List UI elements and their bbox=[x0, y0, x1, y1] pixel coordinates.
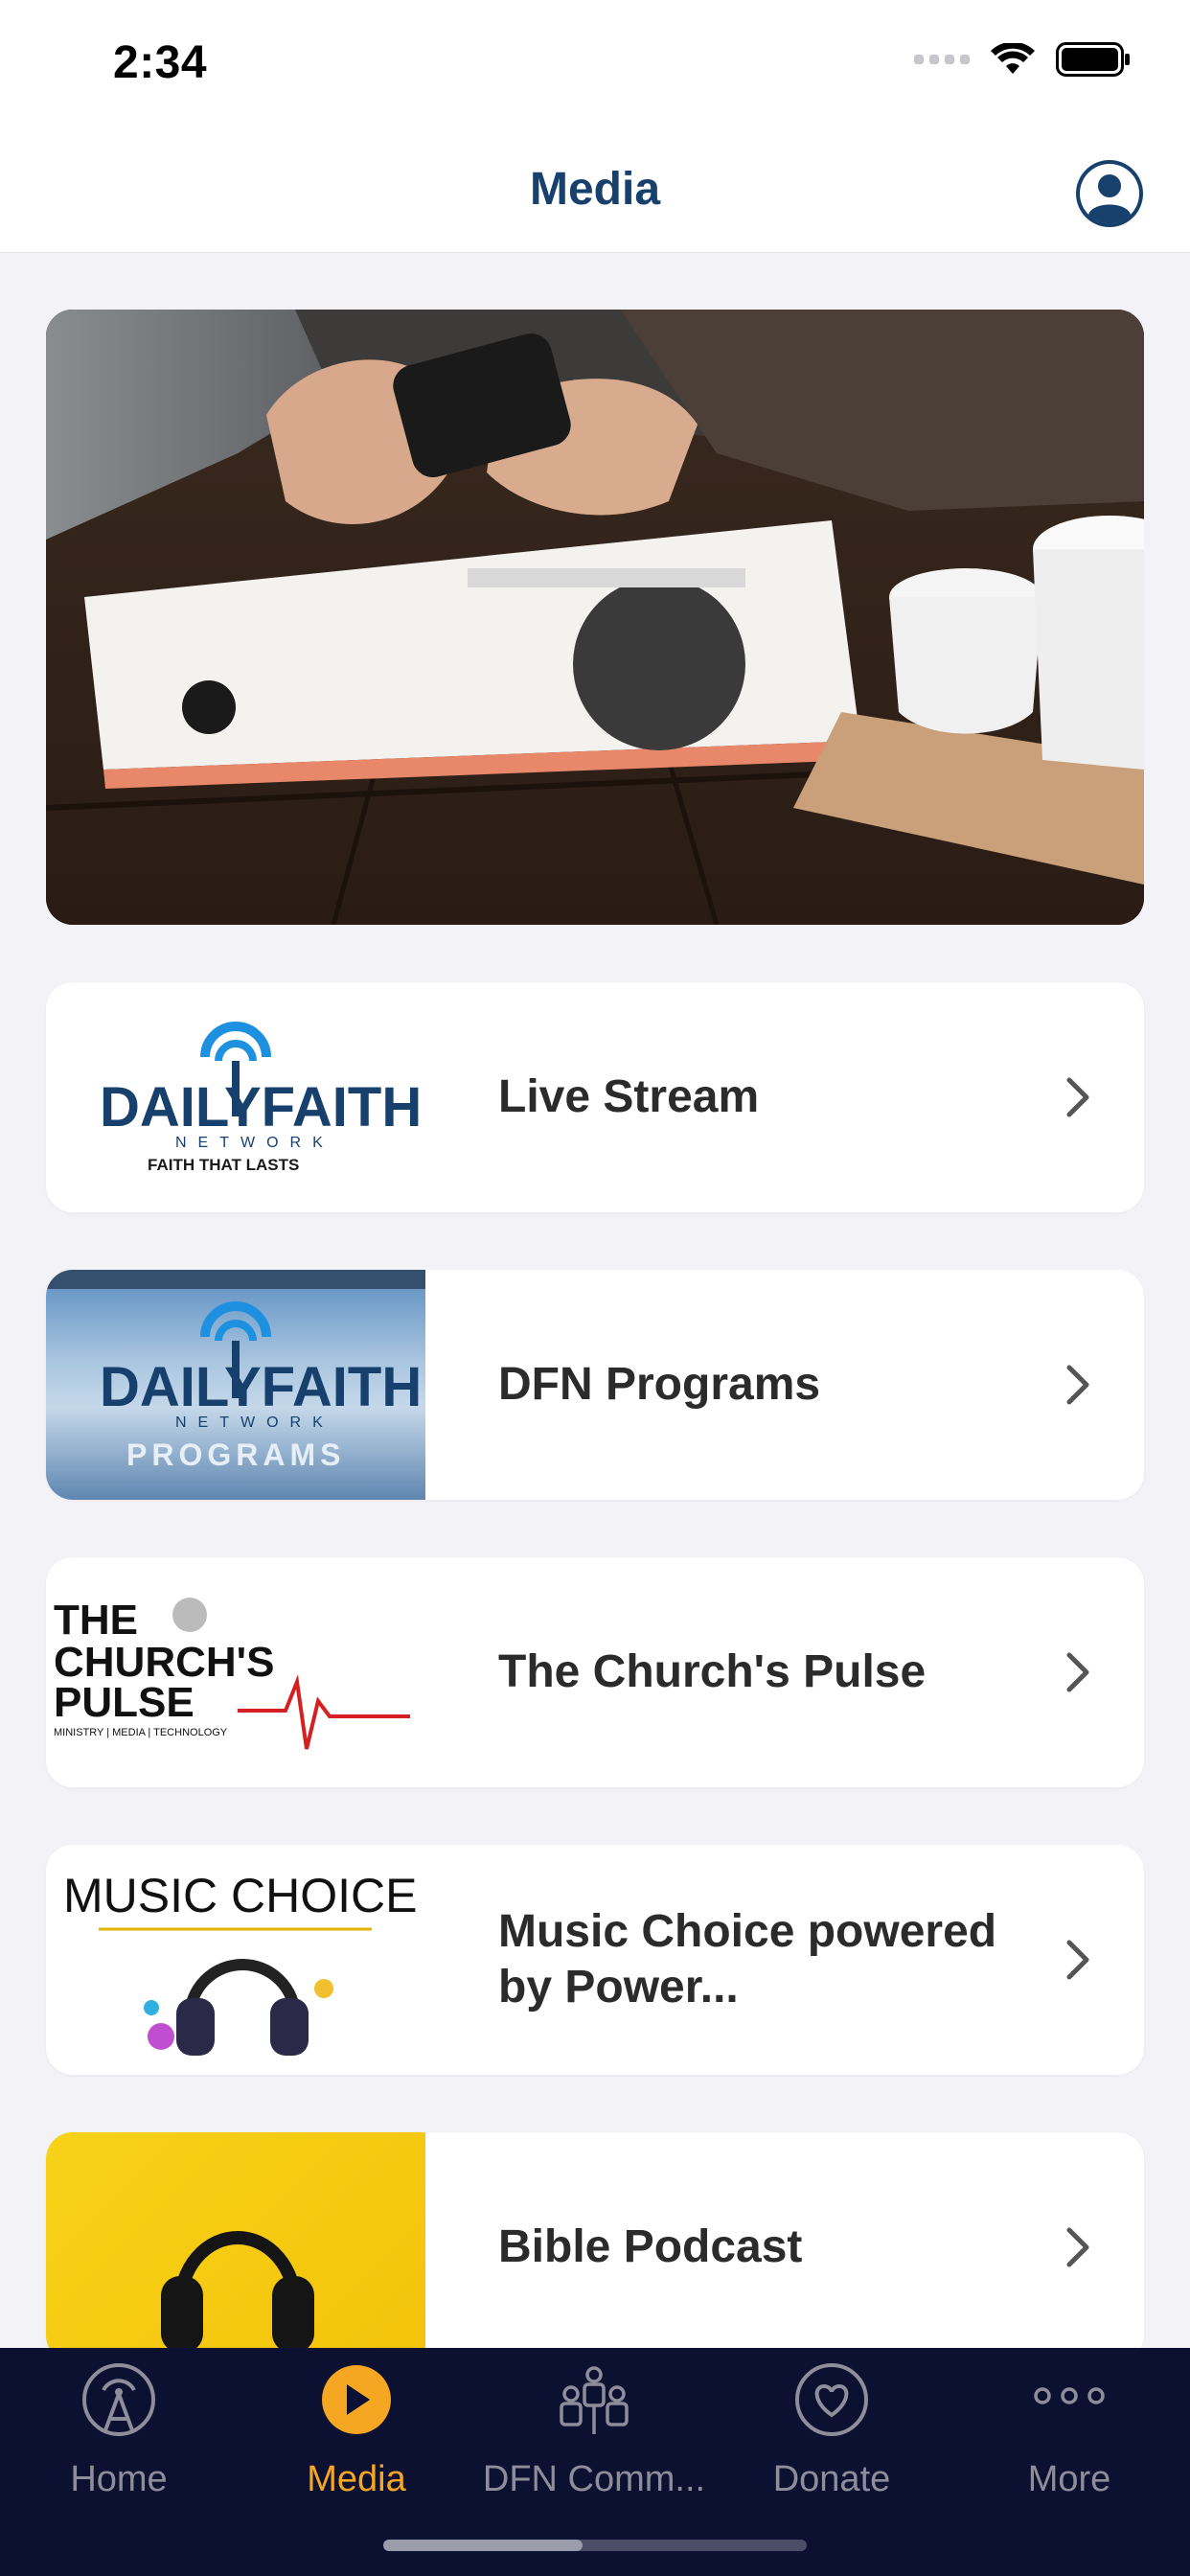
svg-text:THE: THE bbox=[54, 1597, 138, 1644]
svg-text:FAITH THAT LASTS: FAITH THAT LASTS bbox=[148, 1156, 299, 1174]
chevron-right-icon bbox=[1066, 1940, 1089, 1980]
hero-banner-image[interactable] bbox=[46, 310, 1144, 925]
list-item-title: Bible Podcast bbox=[498, 2221, 803, 2272]
churchs-pulse-thumbnail: THE CHURCH'S PULSE MINISTRY | MEDIA | TE… bbox=[46, 1557, 425, 1787]
profile-icon[interactable] bbox=[1075, 159, 1144, 228]
bible-podcast-thumbnail bbox=[46, 2132, 425, 2362]
brand-text: DAILYFAITH bbox=[100, 1076, 422, 1138]
tab-label: Media bbox=[307, 2459, 406, 2499]
svg-text:MINISTRY | MEDIA | TECHNOLOGY: MINISTRY | MEDIA | TECHNOLOGY bbox=[54, 1727, 228, 1738]
heart-circle-icon bbox=[795, 2363, 868, 2436]
svg-text:NETWORK: NETWORK bbox=[175, 1135, 334, 1151]
list-item-music-choice[interactable]: MUSIC CHOICE Music Choice powered by Pow… bbox=[46, 1845, 1144, 2075]
chevron-right-icon bbox=[1066, 1365, 1089, 1405]
live-stream-thumbnail: DAILYFAITH NETWORK FAITH THAT LASTS bbox=[46, 982, 425, 1212]
svg-text:NETWORK: NETWORK bbox=[175, 1414, 334, 1431]
list-item-bible-podcast[interactable]: Bible Podcast bbox=[46, 2132, 1144, 2362]
tab-label: Home bbox=[70, 2459, 168, 2499]
music-choice-thumbnail: MUSIC CHOICE bbox=[46, 1845, 425, 2075]
svg-text:MUSIC CHOICE: MUSIC CHOICE bbox=[63, 1869, 417, 1922]
tab-donate[interactable]: Donate bbox=[713, 2348, 950, 2511]
tab-more[interactable]: More bbox=[950, 2348, 1188, 2511]
status-icons bbox=[914, 42, 1131, 77]
list-item-churchs-pulse[interactable]: THE CHURCH'S PULSE MINISTRY | MEDIA | TE… bbox=[46, 1557, 1144, 1787]
svg-text:PULSE: PULSE bbox=[54, 1679, 195, 1726]
list-item-dfn-programs[interactable]: DAILYFAITH NETWORK PROGRAMS DFN Programs bbox=[46, 1270, 1144, 1500]
chevron-right-icon bbox=[1066, 2227, 1089, 2267]
wifi-icon bbox=[991, 43, 1035, 74]
chevron-right-icon bbox=[1066, 1077, 1089, 1117]
list-item-title: DFN Programs bbox=[498, 1359, 821, 1410]
svg-text:PROGRAMS: PROGRAMS bbox=[126, 1438, 345, 1472]
tab-media[interactable]: Media bbox=[238, 2348, 475, 2511]
play-circle-icon bbox=[322, 2365, 391, 2434]
hero-illustration bbox=[46, 310, 1144, 925]
tab-dfn-community[interactable]: DFN Comm... bbox=[475, 2348, 713, 2511]
list-item-title: Music Choice powered by Power... bbox=[498, 1906, 997, 2012]
tab-label: DFN Comm... bbox=[482, 2459, 706, 2499]
page-title: Media bbox=[529, 164, 661, 215]
svg-text:DAILYFAITH: DAILYFAITH bbox=[100, 1356, 422, 1418]
broadcast-tower-icon bbox=[82, 2363, 155, 2436]
status-bar: 2:34 bbox=[0, 0, 1190, 134]
chevron-right-icon bbox=[1066, 1652, 1089, 1692]
dfn-programs-thumbnail: DAILYFAITH NETWORK PROGRAMS bbox=[46, 1270, 425, 1500]
status-time: 2:34 bbox=[113, 37, 208, 88]
tab-label: More bbox=[1027, 2459, 1111, 2499]
list-item-title: Live Stream bbox=[498, 1071, 760, 1122]
more-dots-icon bbox=[1034, 2387, 1105, 2404]
cellular-signal-icon bbox=[914, 55, 970, 64]
battery-icon bbox=[1056, 42, 1130, 77]
home-indicator-highlight bbox=[383, 2540, 583, 2551]
list-item-live-stream[interactable]: DAILYFAITH NETWORK FAITH THAT LASTS Live… bbox=[46, 982, 1144, 1212]
tab-label: Donate bbox=[772, 2459, 891, 2499]
navigation-bar: Media bbox=[0, 134, 1190, 253]
tab-home[interactable]: Home bbox=[0, 2348, 238, 2511]
list-item-title: The Church's Pulse bbox=[498, 1646, 927, 1697]
community-icon bbox=[560, 2366, 629, 2434]
